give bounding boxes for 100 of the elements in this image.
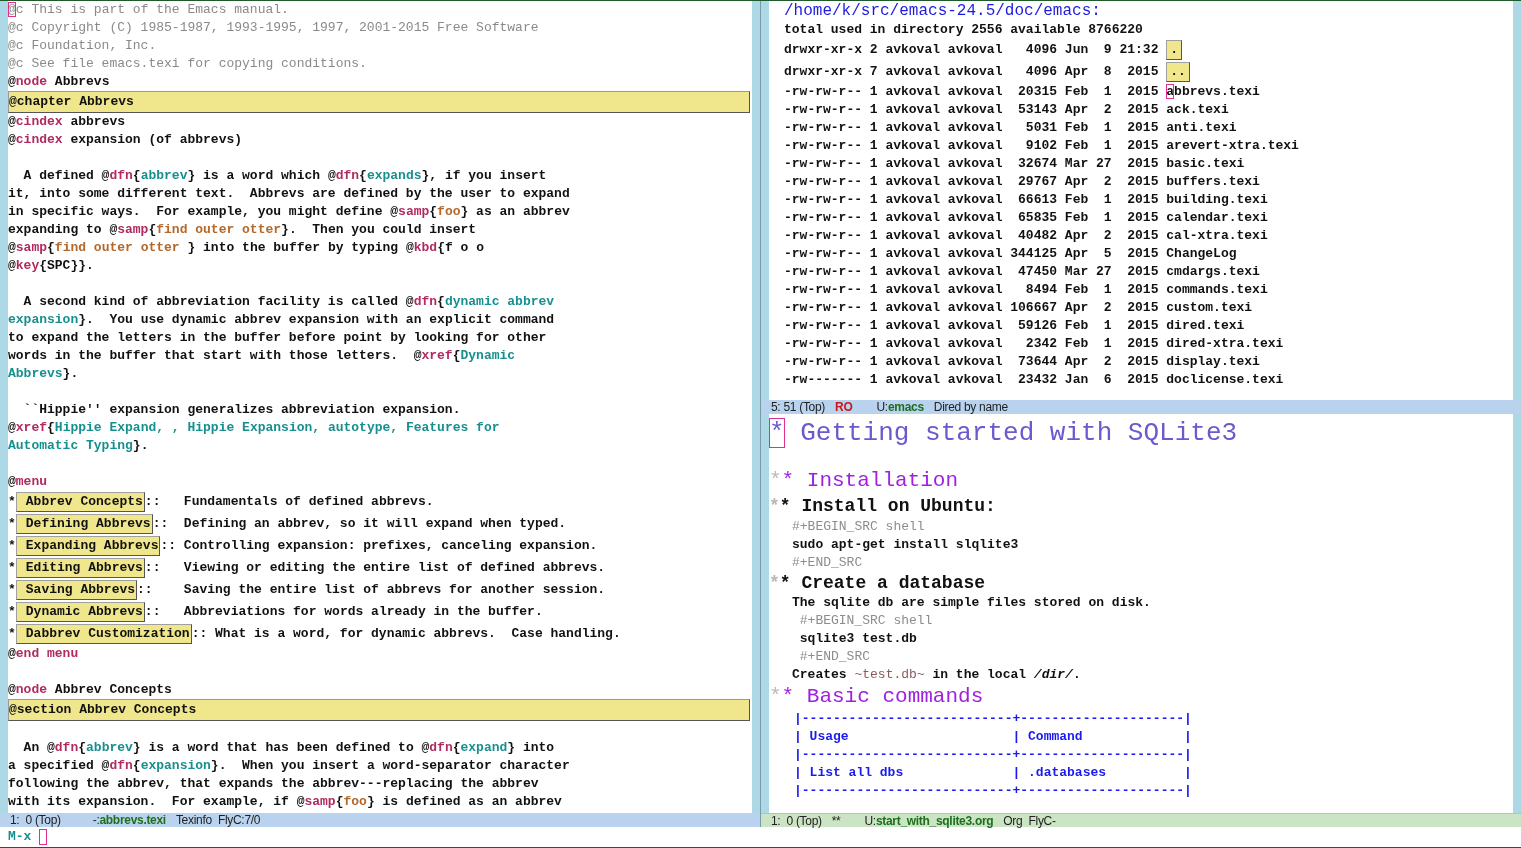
file-name[interactable]: basic.texi <box>1166 154 1245 174</box>
directory-link[interactable]: . <box>1166 40 1183 60</box>
code-line: @key{SPC}}. <box>8 257 95 275</box>
modified-label: ** <box>831 814 841 827</box>
outline-heading: ** Create a database <box>769 572 987 594</box>
file-name[interactable]: dired.texi <box>1166 316 1245 336</box>
file-attributes: drwxr-xr-x 7 avkoval avkoval 4096 Apr 8 2015 <box>784 63 1160 82</box>
menu-description: :: Abbreviations for words already in the buffer. <box>144 603 543 621</box>
code-line: An @dfn{abbrev} is a word that has been defined to @dfn{expand} into <box>22 739 556 757</box>
block-marker: #+BEGIN_SRC shell <box>791 518 926 536</box>
directory-link[interactable]: .. <box>1166 62 1190 82</box>
code-line: @cindex abbrevs <box>8 113 127 131</box>
buffer-name: abbrevs.texi <box>99 813 166 827</box>
code-line: @menu <box>8 473 49 491</box>
file-attributes: drwxr-xr-x 2 avkoval avkoval 4096 Jun 9 21:32 <box>784 41 1160 60</box>
major-mode: Texinfo FlyC:7/0 <box>175 813 261 827</box>
menu-description: :: Defining an abbrev, so it will expand when typed. <box>152 515 567 533</box>
file-attributes: -rw-rw-r-- 1 avkoval avkoval 344125 Apr 5 2015 <box>784 245 1160 264</box>
file-name[interactable]: arevert-xtra.texi <box>1166 136 1299 156</box>
section-heading: @section Abbrev Concepts <box>8 699 750 721</box>
block-marker: #+BEGIN_SRC shell <box>798 612 934 630</box>
paragraph-text: Creates ~test.db~ in the local /dir/. <box>791 666 1082 684</box>
buffer-state: U: <box>864 814 876 827</box>
menu-description: :: Saving the entire list of abbrevs for another session. <box>137 581 606 599</box>
file-attributes: -rw------- 1 avkoval avkoval 23432 Jan 6 2015 <box>784 371 1160 390</box>
table-rule: |---------------------------+---------------------| <box>793 746 1193 764</box>
file-name[interactable]: building.texi <box>1166 190 1268 210</box>
buffer-name: start_with_sqlite3.org <box>875 814 994 827</box>
file-attributes: -rw-rw-r-- 1 avkoval avkoval 47450 Mar 27 2015 <box>784 263 1160 282</box>
code-line: @c Copyright (C) 1985-1987, 1993-1995, 1997, 2001-2015 Free Software <box>8 19 540 37</box>
code-line: A second kind of abbreviation facility is called @dfn{dynamic abbrev <box>22 293 556 311</box>
block-marker: #+END_SRC <box>791 554 864 572</box>
table-rule: |---------------------------+---------------------| <box>793 782 1193 800</box>
file-name[interactable]: buffers.texi <box>1166 172 1260 192</box>
menu-description: :: Controlling expansion: prefixes, canceling expansion. <box>160 537 598 555</box>
table-row-text: | List all dbs | .databases | <box>793 764 1193 782</box>
document-title: * Getting started with SQLite3 <box>769 417 1239 450</box>
file-name[interactable]: calendar.texi <box>1166 208 1268 228</box>
menu-bullet: * <box>8 493 16 511</box>
code-line: @c See file emacs.texi for copying conditions. <box>8 55 368 73</box>
menu-link[interactable]: Dynamic Abbrevs <box>15 602 145 622</box>
directory-summary: total used in directory 2556 available 8766220 <box>783 21 1144 39</box>
code-line: sudo apt-get install slqlite3 <box>791 536 1020 554</box>
menu-bullet: * <box>8 537 16 555</box>
block-marker: #+END_SRC <box>798 648 871 666</box>
line-position: 5: 51 (Top) <box>771 400 826 414</box>
file-attributes: -rw-rw-r-- 1 avkoval avkoval 20315 Feb 1 2015 <box>784 83 1160 102</box>
outline-heading: ** Basic commands <box>769 684 985 710</box>
code-line: @cindex expansion (of abbrevs) <box>8 131 244 149</box>
file-attributes: -rw-rw-r-- 1 avkoval avkoval 5031 Feb 1 2015 <box>784 119 1160 138</box>
menu-link[interactable]: Abbrev Concepts <box>15 492 145 512</box>
code-line: to expand the letters in the buffer before point by looking for other <box>8 329 548 347</box>
minibuffer-prompt: M-x <box>8 828 32 846</box>
read-only-label: RO <box>835 400 853 414</box>
file-name[interactable]: doclicense.texi <box>1166 370 1284 390</box>
menu-bullet: * <box>8 625 16 643</box>
menu-link[interactable]: Defining Abbrevs <box>15 514 153 534</box>
menu-description: :: Viewing or editing the entire list of defined abbrevs. <box>144 559 606 577</box>
file-name[interactable]: custom.texi <box>1166 298 1253 318</box>
menu-link[interactable]: Saving Abbrevs <box>15 580 138 600</box>
file-name[interactable]: commands.texi <box>1166 280 1268 300</box>
buffer-state: -: <box>92 813 100 827</box>
file-attributes: -rw-rw-r-- 1 avkoval avkoval 9102 Feb 1 2015 <box>784 137 1160 156</box>
menu-link[interactable]: Dabbrev Customization <box>15 624 192 644</box>
directory-path: /home/k/src/emacs-24.5/doc/emacs: <box>783 1 1102 21</box>
line-position: 1: 0 (Top) <box>771 814 822 827</box>
file-attributes: -rw-rw-r-- 1 avkoval avkoval 2342 Feb 1 2015 <box>784 335 1160 354</box>
file-name[interactable]: dired-xtra.texi <box>1166 334 1284 354</box>
file-name[interactable]: display.texi <box>1166 352 1260 372</box>
table-row-text: | Usage | Command | <box>793 728 1193 746</box>
file-attributes: -rw-rw-r-- 1 avkoval avkoval 66613 Feb 1 2015 <box>784 191 1160 210</box>
code-line: with its expansion. For example, if @samp{foo} is defined as an abbrev <box>8 793 563 811</box>
file-name[interactable]: abbrevs.texi <box>1166 82 1260 102</box>
code-line: @xref{Hippie Expand, , Hippie Expansion, autotype, Features for <box>8 419 501 437</box>
code-line: expanding to @samp{find outer otter}. Then you could insert <box>8 221 478 239</box>
outline-heading: ** Installation <box>769 468 960 494</box>
paragraph-text: The sqlite db are simple files stored on disk. <box>791 594 1152 612</box>
file-name[interactable]: ack.texi <box>1166 100 1229 120</box>
menu-link[interactable]: Expanding Abbrevs <box>15 536 161 556</box>
file-name[interactable]: anti.texi <box>1166 118 1237 138</box>
code-line: it, into some different text. Abbrevs are defined by the user to expand <box>8 185 571 203</box>
menu-bullet: * <box>8 559 16 577</box>
file-attributes: -rw-rw-r-- 1 avkoval avkoval 53143 Apr 2 2015 <box>784 101 1160 120</box>
major-mode: Org FlyC- <box>1003 814 1056 827</box>
file-name[interactable]: cal-xtra.texi <box>1166 226 1268 246</box>
code-line: A defined @dfn{abbrev} is a word which @dfn{expands}, if you insert <box>22 167 548 185</box>
file-name[interactable]: ChangeLog <box>1166 244 1237 264</box>
code-line: a specified @dfn{expansion}. When you insert a word-separator character <box>8 757 571 775</box>
menu-bullet: * <box>8 603 16 621</box>
menu-bullet: * <box>8 581 16 599</box>
code-line: Automatic Typing}. <box>8 437 150 455</box>
code-line: @samp{find outer otter } into the buffer by typing @kbd{f o o <box>8 239 485 257</box>
file-name[interactable]: cmdargs.texi <box>1166 262 1260 282</box>
menu-link[interactable]: Editing Abbrevs <box>15 558 145 578</box>
code-line: @node Abbrev Concepts <box>8 681 173 699</box>
line-position: 1: 0 (Top) <box>10 813 61 827</box>
code-line: in specific ways. For example, you might define @samp{foo} as an abbrev <box>8 203 571 221</box>
buffer-name: emacs <box>887 400 924 414</box>
file-attributes: -rw-rw-r-- 1 avkoval avkoval 65835 Feb 1 2015 <box>784 209 1160 228</box>
code-line: Abbrevs}. <box>8 365 80 383</box>
